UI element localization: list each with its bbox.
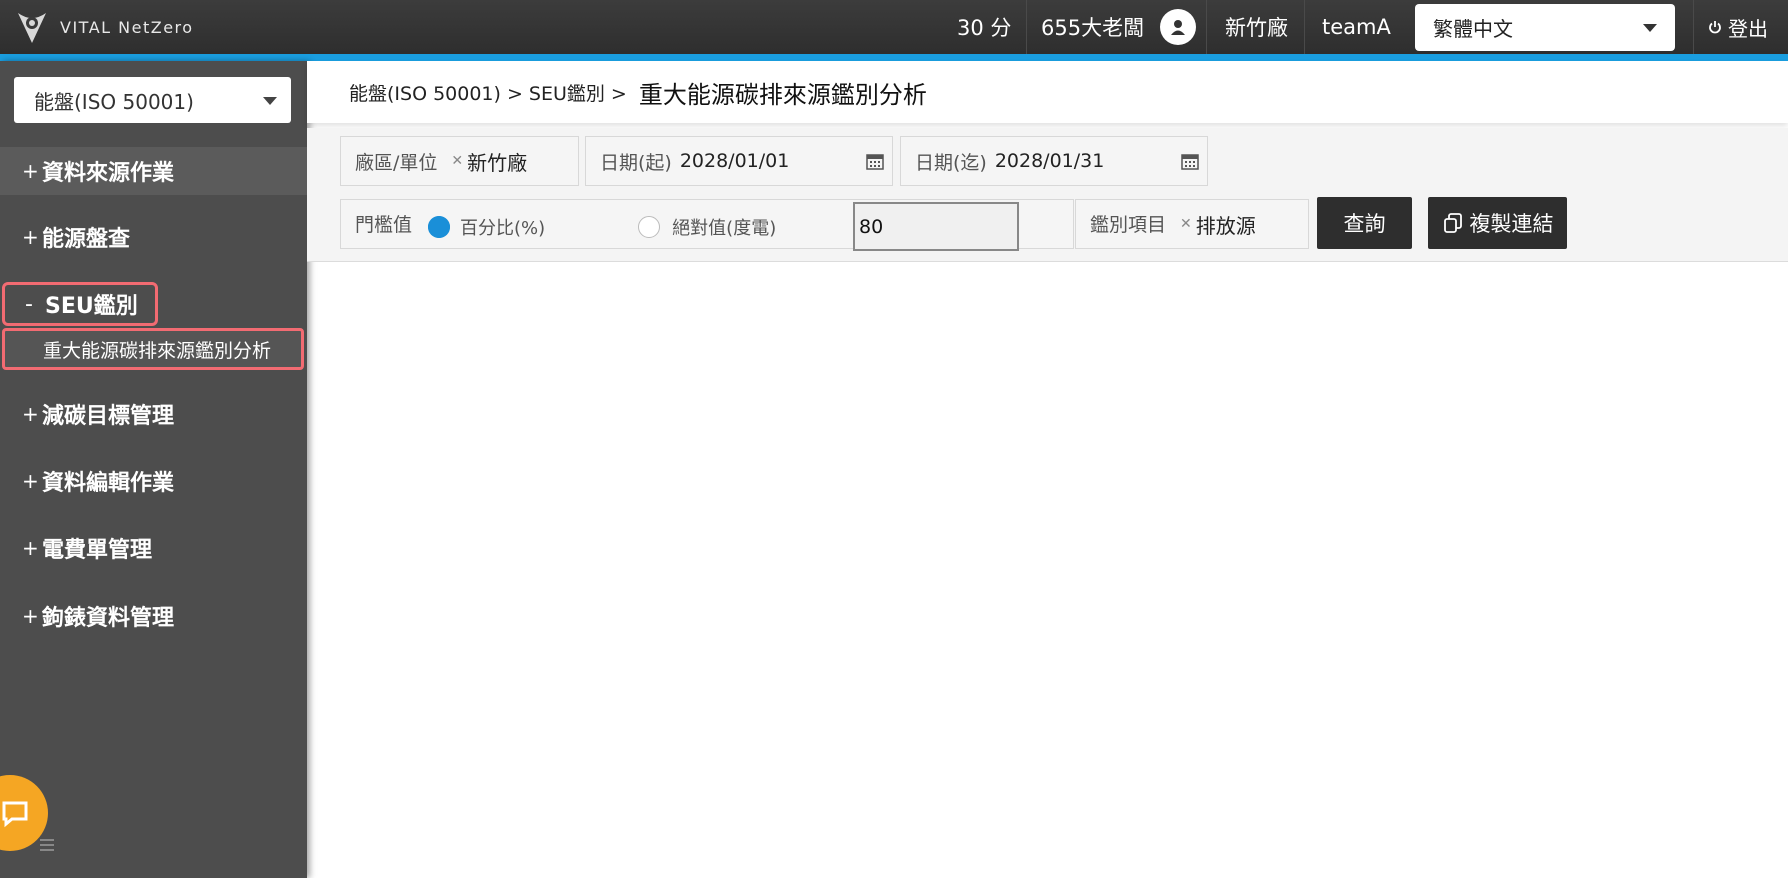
logout-button[interactable]: 登出 (1708, 0, 1768, 54)
expand-icon: + (22, 536, 39, 560)
query-button[interactable]: 查詢 (1317, 197, 1412, 249)
power-icon (1709, 21, 1721, 34)
language-select[interactable]: 繁體中文 (1415, 4, 1675, 51)
logo[interactable]: VITAL NetZero (14, 9, 194, 45)
date-end-label: 日期(迄) (915, 151, 987, 174)
top-bar: VITAL NetZero 30 分 655大老闆 新竹廠 teamA 繁體中文… (0, 0, 1788, 54)
expand-icon: + (22, 469, 39, 493)
collapse-icon: - (25, 291, 33, 317)
expand-icon: + (22, 402, 39, 426)
sidebar-item-label: 鉤錶資料管理 (42, 606, 175, 631)
threshold-input[interactable]: 80 (853, 202, 1019, 251)
logo-icon (18, 13, 46, 43)
date-end-field[interactable]: 日期(迄) 2028/01/31 (900, 136, 1208, 186)
team-selector[interactable]: teamA (1322, 0, 1391, 54)
logout-label: 登出 (1728, 16, 1768, 41)
remove-tag-icon[interactable]: ✕ (451, 153, 463, 169)
sidebar-item-seu[interactable]: - SEU鑑別 (2, 282, 158, 326)
date-end-value: 2028/01/31 (994, 150, 1105, 172)
chat-icon (2, 801, 28, 828)
radio-absolute-label: 絕對值(度電) (672, 218, 777, 239)
expand-icon: + (22, 604, 39, 628)
sidebar-item-reduction-targets[interactable]: + 減碳目標管理 (0, 390, 307, 438)
sidebar-item-meter-data[interactable]: + 鉤錶資料管理 (0, 592, 307, 640)
plant-filter[interactable]: 廠區/單位 ✕ 新竹廠 (340, 136, 579, 186)
menu-icon[interactable] (40, 839, 54, 854)
username: 655大老闆 (1041, 16, 1145, 40)
plant-selector[interactable]: 新竹廠 (1225, 0, 1288, 54)
user-icon (1160, 9, 1197, 45)
copy-link-icon (1443, 213, 1462, 233)
sidebar-item-energy-audit[interactable]: + 能源盤查 (0, 213, 307, 261)
date-start-value: 2028/01/01 (679, 150, 790, 172)
divider (1304, 0, 1305, 54)
sidebar-item-label: 電費單管理 (42, 538, 153, 563)
threshold-label: 門檻值 (355, 214, 413, 236)
identification-item-filter[interactable]: 鑑別項目 ✕ 排放源 (1075, 199, 1309, 249)
calendar-icon[interactable] (1181, 152, 1199, 170)
radio-percent-label: 百分比(%) (460, 218, 546, 239)
sidebar-item-label: SEU鑑別 (45, 294, 138, 319)
sidebar-subitem-seu-analysis[interactable]: 重大能源碳排來源鑑別分析 (2, 328, 304, 370)
plant-filter-label: 廠區/單位 (355, 151, 438, 174)
expand-icon: + (22, 159, 39, 183)
sidebar: 能盤(ISO 50001) + 資料來源作業 + 能源盤查 - SEU鑑別 重大… (0, 61, 307, 878)
divider (1206, 0, 1207, 54)
copy-link-button[interactable]: 複製連結 (1428, 197, 1567, 249)
user-menu[interactable]: 655大老闆 (1041, 0, 1197, 54)
plant-filter-value: 新竹廠 (467, 150, 528, 175)
identification-item-label: 鑑別項目 (1090, 214, 1167, 236)
page-title: 重大能源碳排來源鑑別分析 (638, 80, 927, 109)
language-value: 繁體中文 (1433, 17, 1513, 41)
date-start-label: 日期(起) (600, 151, 672, 174)
chevron-down-icon (1643, 24, 1657, 32)
breadcrumb: 能盤(ISO 50001) > SEU鑑別 > 重大能源碳排來源鑑別分析 (307, 61, 1788, 123)
breadcrumb-path: 能盤(ISO 50001) > SEU鑑別 > (349, 82, 627, 105)
calendar-icon[interactable] (866, 152, 884, 170)
points-display: 30 分 (957, 16, 1012, 40)
accent-bar (0, 54, 1788, 61)
module-value: 能盤(ISO 50001) (34, 89, 194, 114)
radio-percent[interactable] (428, 216, 451, 238)
logo-text: VITAL NetZero (60, 17, 194, 37)
module-select[interactable]: 能盤(ISO 50001) (14, 77, 291, 123)
date-start-field[interactable]: 日期(起) 2028/01/01 (585, 136, 893, 186)
sidebar-item-label: 資料編輯作業 (42, 471, 175, 496)
copy-link-label: 複製連結 (1469, 212, 1554, 236)
sidebar-item-label: 能源盤查 (42, 227, 131, 252)
sidebar-item-label: 減碳目標管理 (42, 404, 175, 429)
sidebar-item-data-source[interactable]: + 資料來源作業 (0, 147, 307, 195)
sidebar-item-label: 資料來源作業 (42, 161, 175, 186)
divider (1026, 0, 1027, 54)
expand-icon: + (22, 225, 39, 249)
identification-item-value: 排放源 (1195, 213, 1256, 238)
sidebar-item-bill-management[interactable]: + 電費單管理 (0, 524, 307, 572)
remove-tag-icon[interactable]: ✕ (1180, 216, 1192, 232)
divider (1693, 0, 1694, 54)
chevron-down-icon (263, 97, 277, 105)
radio-absolute[interactable] (638, 216, 661, 238)
sidebar-item-data-editing[interactable]: + 資料編輯作業 (0, 457, 307, 505)
